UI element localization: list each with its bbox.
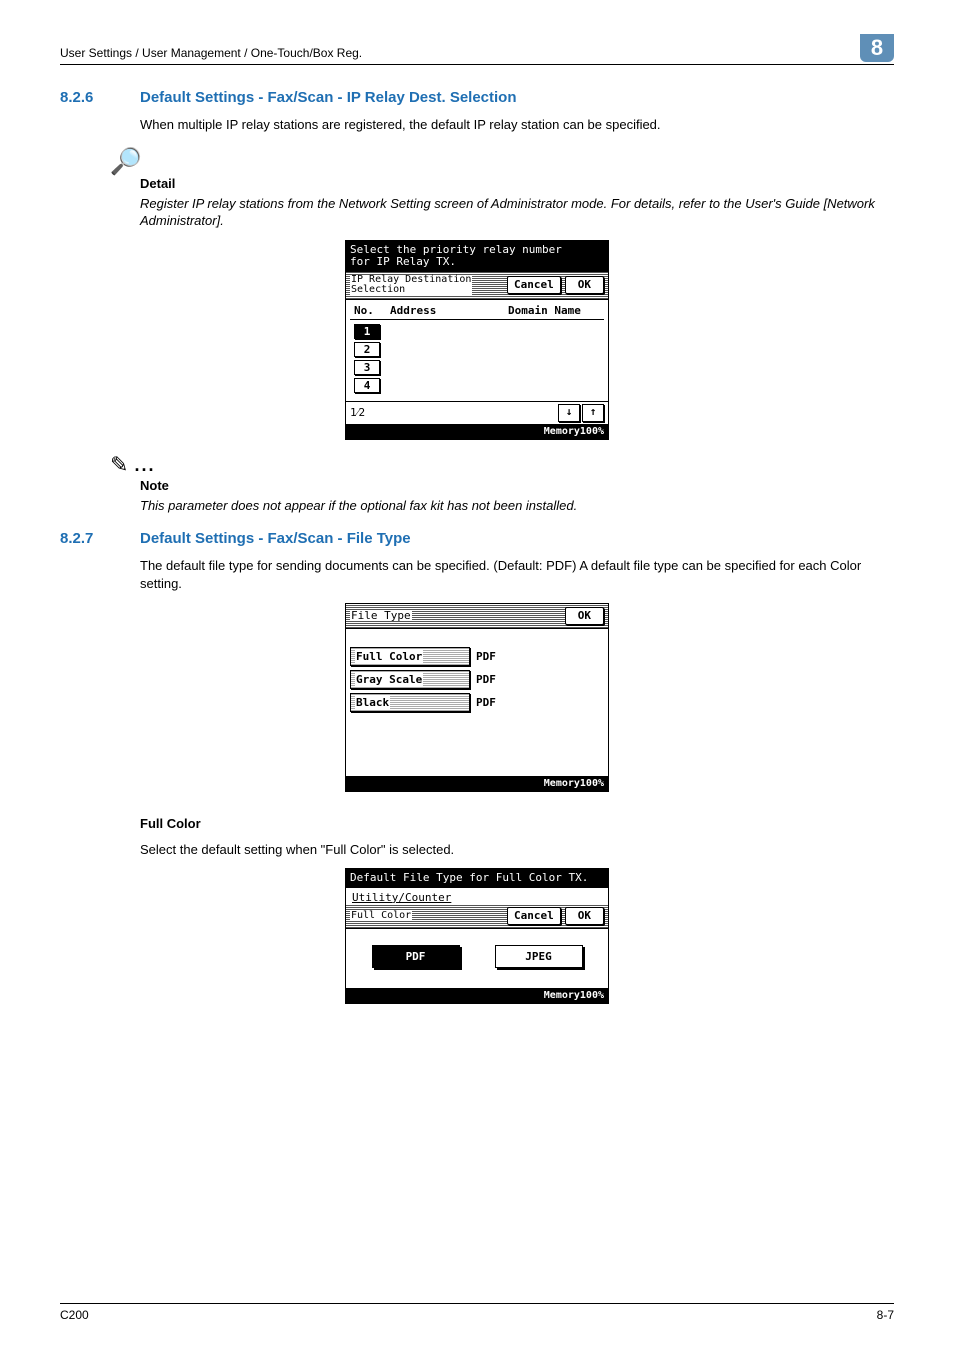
ip-relay-panel: Select the priority relay number for IP … (345, 240, 609, 440)
panel-sub-label: IP Relay Destination Selection (350, 275, 472, 296)
ok-button[interactable]: OK (565, 607, 604, 625)
detail-block: 🔍 Detail Register IP relay stations from… (110, 148, 894, 230)
full-color-intro: Select the default setting when "Full Co… (140, 841, 894, 859)
subheading-full-color: Full Color (140, 816, 894, 831)
panel-title: Default File Type for Full Color TX. (346, 869, 608, 888)
section-intro: When multiple IP relay stations are regi… (140, 116, 894, 134)
cancel-button[interactable]: Cancel (507, 907, 561, 925)
magnifier-icon: 🔍 (110, 148, 142, 174)
page-up-button[interactable]: ↑ (582, 404, 604, 422)
memory-indicator: Memory100% (346, 988, 608, 1003)
option-pdf[interactable]: PDF (372, 945, 460, 968)
col-no: No. (350, 304, 390, 317)
panel-subbar: Full Color Cancel OK (346, 904, 608, 929)
panel-title: Select the priority relay number for IP … (346, 241, 608, 272)
row-label: Gray Scale (355, 673, 423, 686)
row-number-1[interactable]: 1 (354, 324, 380, 339)
memory-indicator: Memory100% (346, 424, 608, 439)
option-jpeg[interactable]: JPEG (495, 945, 583, 968)
row-value: PDF (476, 673, 496, 686)
memory-indicator: Memory100% (346, 776, 608, 791)
panel-breadcrumb: Utility/Counter (350, 891, 451, 904)
footer-page: 8-7 (877, 1308, 894, 1322)
cancel-button[interactable]: Cancel (507, 276, 561, 294)
section-8-2-6: 8.2.6 Default Settings - Fax/Scan - IP R… (60, 89, 894, 514)
page-indicator: 1⁄2 (350, 406, 365, 419)
row-value: PDF (476, 696, 496, 709)
panel-titlebar: File Type OK (346, 604, 608, 629)
page-header: User Settings / User Management / One-To… (60, 40, 894, 65)
file-type-row-full-color[interactable]: Full Color PDF (350, 647, 604, 666)
file-type-row-gray-scale[interactable]: Gray Scale PDF (350, 670, 604, 689)
detail-label: Detail (140, 176, 894, 191)
col-domain: Domain Name (508, 304, 604, 317)
full-color-panel: Default File Type for Full Color TX. Uti… (345, 868, 609, 1004)
note-label: Note (140, 478, 894, 493)
row-value: PDF (476, 650, 496, 663)
panel-sub-label: Full Color (350, 911, 412, 922)
section-intro: The default file type for sending docume… (140, 557, 894, 592)
section-title: Default Settings - Fax/Scan - IP Relay D… (140, 89, 517, 106)
row-number-4[interactable]: 4 (354, 378, 380, 393)
row-label: Full Color (355, 650, 423, 663)
section-title: Default Settings - Fax/Scan - File Type (140, 530, 411, 547)
footer-model: C200 (60, 1308, 89, 1322)
page-nav: 1⁄2 ↓ ↑ (346, 401, 608, 424)
file-type-panel: File Type OK Full Color PDF Gray Scale P… (345, 603, 609, 792)
section-number: 8.2.6 (60, 89, 140, 106)
section-heading: 8.2.6 Default Settings - Fax/Scan - IP R… (60, 89, 894, 106)
section-8-2-7: 8.2.7 Default Settings - Fax/Scan - File… (60, 530, 894, 1003)
note-text: This parameter does not appear if the op… (140, 497, 894, 515)
chapter-number-badge: 8 (860, 34, 894, 62)
ok-button[interactable]: OK (565, 907, 604, 925)
row-number-3[interactable]: 3 (354, 360, 380, 375)
ok-button[interactable]: OK (565, 276, 604, 294)
detail-text: Register IP relay stations from the Netw… (140, 195, 894, 230)
file-type-row-black[interactable]: Black PDF (350, 693, 604, 712)
row-label: Black (355, 696, 390, 709)
page-down-button[interactable]: ↓ (558, 404, 580, 422)
panel-title: File Type (350, 610, 412, 622)
page-footer: C200 8-7 (60, 1303, 894, 1322)
panel-breadcrumb-row: Utility/Counter (346, 888, 608, 904)
ellipsis-icon: ... (132, 455, 155, 476)
section-number: 8.2.7 (60, 530, 140, 547)
panel-subbar: IP Relay Destination Selection Cancel OK (346, 272, 608, 300)
breadcrumb: User Settings / User Management / One-To… (60, 40, 362, 60)
row-number-2[interactable]: 2 (354, 342, 380, 357)
note-block: ✎ ... Note This parameter does not appea… (110, 454, 894, 515)
col-address: Address (390, 304, 508, 317)
section-heading: 8.2.7 Default Settings - Fax/Scan - File… (60, 530, 894, 547)
pen-icon: ✎ (110, 454, 128, 476)
column-headers: No. Address Domain Name (350, 302, 604, 320)
